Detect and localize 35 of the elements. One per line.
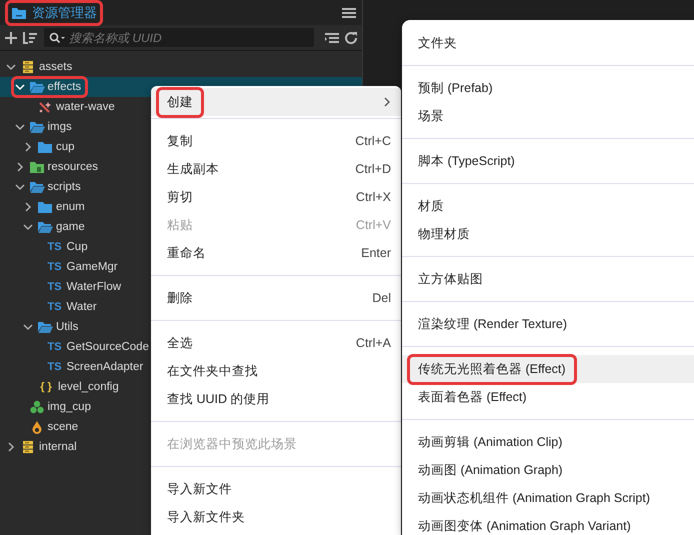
item-label: internal xyxy=(39,441,77,453)
typescript-icon: TS xyxy=(46,261,64,273)
shortcut-label: Ctrl+D xyxy=(355,162,391,176)
shortcut-label: Del xyxy=(372,291,391,305)
item-label: scripts xyxy=(48,181,81,193)
item-label: Utils xyxy=(56,321,78,333)
item-label: ScreenAdapter xyxy=(66,361,144,373)
item-label: cup xyxy=(56,141,75,153)
item-label: Cup xyxy=(66,241,88,253)
typescript-icon: TS xyxy=(46,361,64,373)
typescript-icon: TS xyxy=(46,281,64,293)
panel-title: 资源管理器 xyxy=(32,4,97,22)
item-label: GameMgr xyxy=(66,261,118,273)
typescript-icon: TS xyxy=(46,301,64,313)
item-label: resources xyxy=(48,161,98,173)
shortcut-label: Ctrl+A xyxy=(356,336,391,350)
item-label: scene xyxy=(48,421,78,433)
item-label: game xyxy=(56,221,85,233)
item-label: WaterFlow xyxy=(66,281,122,293)
shortcut-label: Enter xyxy=(361,246,391,260)
item-label: assets xyxy=(39,61,72,73)
item-label: Water xyxy=(66,301,97,313)
braces-icon: { } xyxy=(37,381,55,393)
shortcut-label: Ctrl+V xyxy=(356,218,391,232)
item-label: imgs xyxy=(48,121,72,133)
item-label: img_cup xyxy=(48,401,91,413)
item-label: water-wave xyxy=(56,101,115,113)
shortcut-label: Ctrl+C xyxy=(355,134,391,148)
shortcut-label: Ctrl+X xyxy=(356,190,391,204)
item-label: GetSourceCode xyxy=(66,341,149,353)
typescript-icon: TS xyxy=(46,341,64,353)
typescript-icon: TS xyxy=(46,241,64,253)
item-label: enum xyxy=(56,201,85,213)
item-label: level_config xyxy=(58,381,119,393)
item-label: effects xyxy=(48,81,82,93)
